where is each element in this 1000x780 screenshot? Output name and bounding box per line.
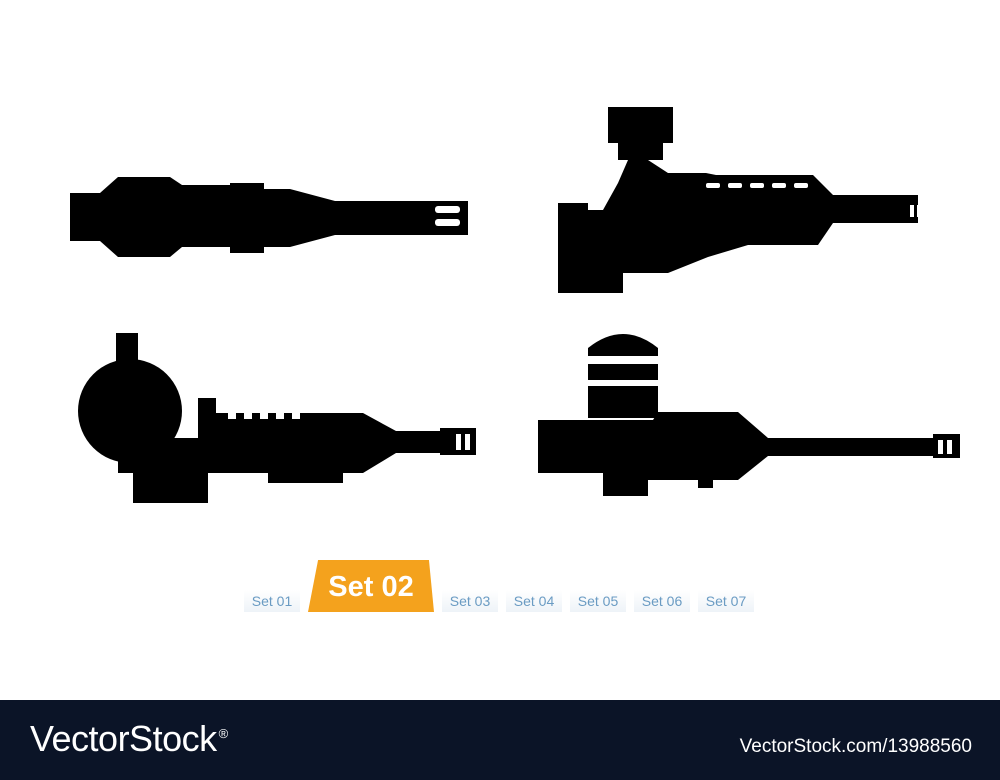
tab-set-05[interactable]: Set 05 [570,590,626,612]
tab-label: Set 05 [577,593,619,609]
tab-set-02[interactable]: Set 02 [308,560,434,612]
logo-text: VectorStock [30,718,217,759]
tab-set-07[interactable]: Set 07 [698,590,754,612]
tab-label: Set 03 [449,593,491,609]
gun-1-silhouette [70,175,470,260]
tab-label: Set 07 [705,593,747,609]
gun-2-silhouette [558,105,928,295]
tab-set-04[interactable]: Set 04 [506,590,562,612]
tab-set-01[interactable]: Set 01 [244,590,300,612]
tab-label: Set 01 [251,593,293,609]
tab-label: Set 04 [513,593,555,609]
registered-mark: ® [218,726,229,741]
tab-set-03[interactable]: Set 03 [442,590,498,612]
tab-label: Set 02 [328,571,414,603]
footer-bar: VectorStock ® VectorStock.com/13988560 [0,700,1000,780]
vectorstock-logo[interactable]: VectorStock ® [30,718,228,760]
gun-3-silhouette [78,333,478,508]
tab-label: Set 06 [641,593,683,609]
gun-4-silhouette [538,328,963,498]
tab-set-06[interactable]: Set 06 [634,590,690,612]
set-tabs: Set 01 Set 02 Set 03 Set 04 Set 05 Set 0… [0,560,1000,620]
image-reference[interactable]: VectorStock.com/13988560 [740,736,972,758]
